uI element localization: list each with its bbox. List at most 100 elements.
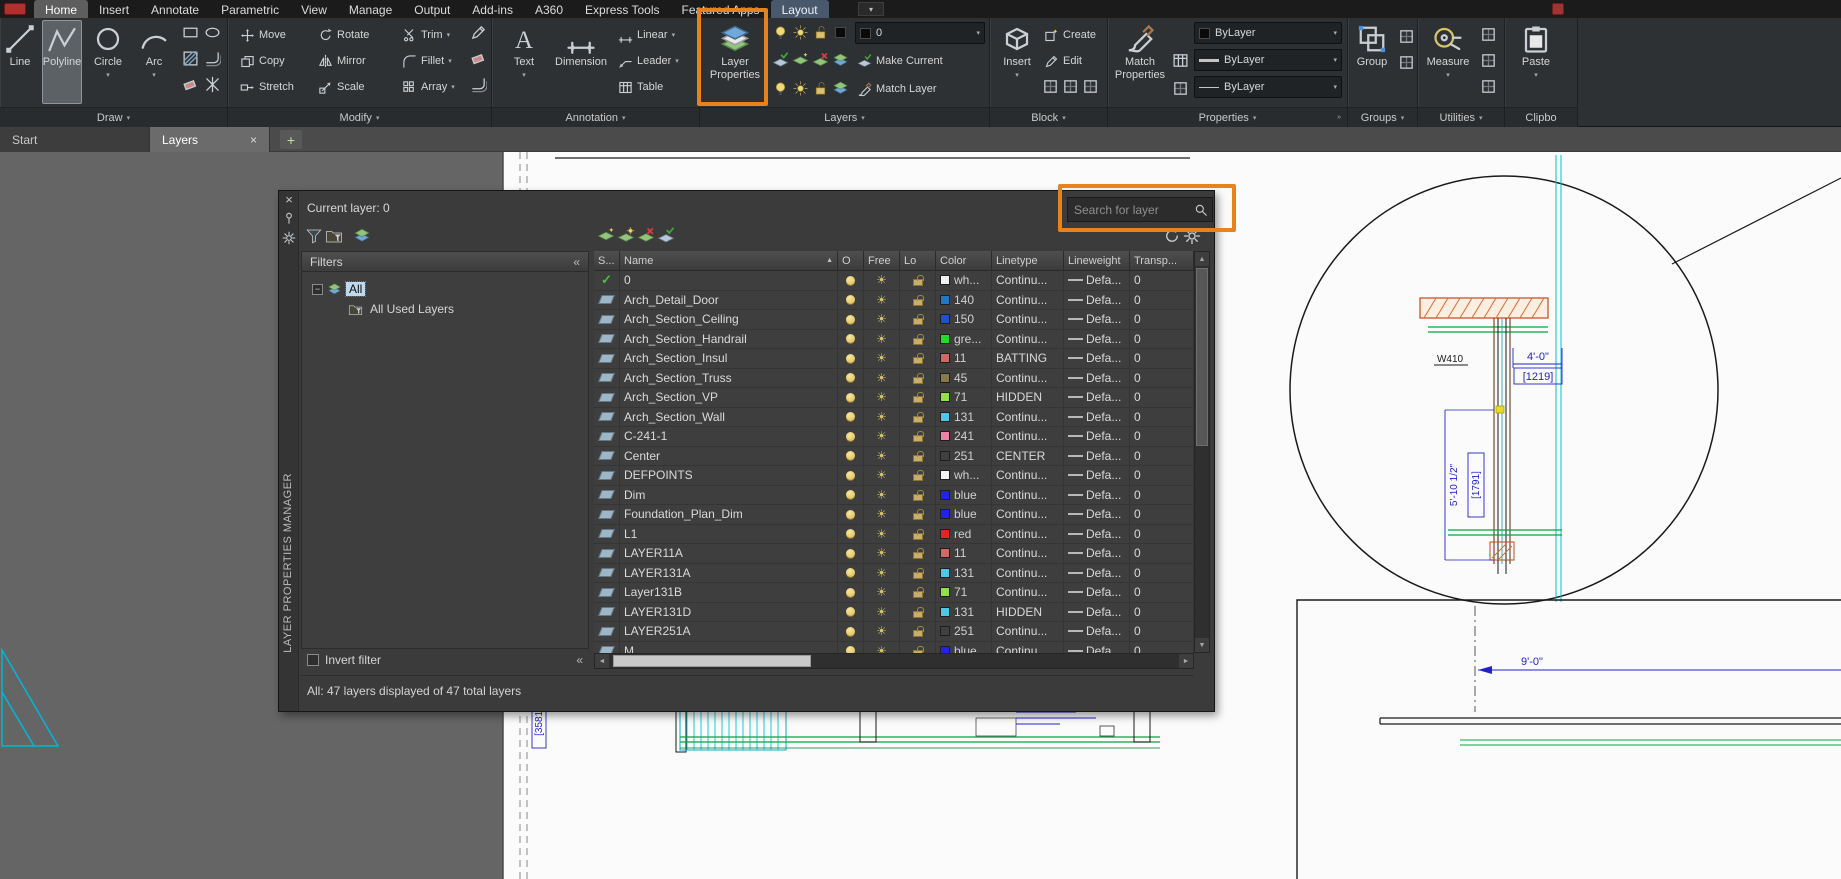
panel-label-properties[interactable]: Properties ▾ » <box>1108 107 1347 127</box>
layer-lock-icon[interactable] <box>900 388 936 407</box>
modify-extra-tool-icon[interactable] <box>470 50 487 67</box>
layer-name[interactable]: Arch_Section_VP <box>620 388 838 407</box>
layer-row[interactable]: Dim ☀ blue Continu... Defa... 0 <box>594 485 1194 505</box>
layer-on-icon[interactable] <box>838 485 864 504</box>
trim-button[interactable]: Trim ▾ <box>400 24 470 46</box>
layer-color[interactable]: gre... <box>936 329 992 348</box>
layer-transparency[interactable]: 0 <box>1130 602 1194 621</box>
layer-status-icon[interactable] <box>594 329 620 348</box>
layer-transparency[interactable]: 0 <box>1130 524 1194 543</box>
layer-lock-icon[interactable] <box>900 407 936 426</box>
layer-transparency[interactable]: 0 <box>1130 505 1194 524</box>
layer-status-icon[interactable] <box>594 602 620 621</box>
ribbon-tab-output[interactable]: Output <box>403 0 461 18</box>
ribbon-tab-annotate[interactable]: Annotate <box>140 0 210 18</box>
rectangle-tool-icon[interactable] <box>182 24 199 41</box>
table-button[interactable]: Table <box>616 76 694 98</box>
make-current-button[interactable]: Make Current <box>855 50 985 72</box>
horizontal-scrollbar[interactable]: ◄ ► <box>594 653 1194 669</box>
layer-linetype[interactable]: Continu... <box>992 329 1064 348</box>
layer-status-icon[interactable] <box>594 368 620 387</box>
layer-status-icon[interactable] <box>594 505 620 524</box>
layer-lock-icon[interactable] <box>900 290 936 309</box>
layer-linetype[interactable]: Continu... <box>992 466 1064 485</box>
layer-color[interactable]: 251 <box>936 622 992 641</box>
layer-name[interactable]: Arch_Section_Insul <box>620 349 838 368</box>
layer-linetype[interactable]: Continu... <box>992 427 1064 446</box>
modify-extra-tool-icon[interactable] <box>470 76 488 93</box>
layer-lineweight[interactable]: Defa... <box>1064 583 1130 602</box>
group-button[interactable]: Group <box>1350 20 1394 104</box>
layer-lock-icon[interactable] <box>900 641 936 653</box>
layer-row[interactable]: LAYER131D ☀ 131 HIDDEN Defa... 0 <box>594 602 1194 622</box>
layer-status-icon[interactable] <box>594 641 620 653</box>
block-extra-tool-icon[interactable] <box>1082 78 1099 95</box>
move-button[interactable]: Move <box>238 24 312 46</box>
layer-row[interactable]: Arch_Section_Handrail ☀ gre... Continu... De… <box>594 329 1194 349</box>
layer-lineweight[interactable]: Defa... <box>1064 602 1130 621</box>
layer-lineweight[interactable]: Defa... <box>1064 622 1130 641</box>
column-header-status[interactable]: S... <box>594 251 620 270</box>
layer-freeze-icon[interactable]: ☀ <box>864 602 900 621</box>
panel-label-modify[interactable]: Modify ▾ <box>228 107 491 127</box>
layer-color[interactable]: 150 <box>936 310 992 329</box>
filter-item-all[interactable]: − All <box>312 280 367 298</box>
layer-tool-icon[interactable] <box>832 52 849 69</box>
panel-label-groups[interactable]: Groups ▾ <box>1348 107 1417 127</box>
layer-freeze-icon[interactable]: ☀ <box>864 583 900 602</box>
new-layer-vp-frozen-button[interactable] <box>617 227 635 245</box>
layer-color[interactable]: blue <box>936 505 992 524</box>
scroll-up-icon[interactable]: ▲ <box>1195 252 1209 266</box>
layer-color[interactable]: 11 <box>936 544 992 563</box>
current-layer-check-icon[interactable]: ✓ <box>594 271 620 290</box>
notification-icon[interactable] <box>1552 3 1564 15</box>
scroll-left-icon[interactable]: ◄ <box>595 654 609 668</box>
layer-transparency[interactable]: 0 <box>1130 407 1194 426</box>
refresh-icon[interactable] <box>1163 227 1181 245</box>
layer-lock-icon[interactable] <box>900 583 936 602</box>
layer-color[interactable]: 251 <box>936 446 992 465</box>
ribbon-tab-view[interactable]: View <box>290 0 338 18</box>
layer-color[interactable]: 140 <box>936 290 992 309</box>
layer-row[interactable]: Arch_Section_Truss ☀ 45 Continu... Defa... 0 <box>594 368 1194 388</box>
new-layer-button[interactable] <box>597 227 615 245</box>
layer-tool-icon[interactable] <box>812 52 829 69</box>
layer-freeze-icon[interactable]: ☀ <box>864 310 900 329</box>
layer-transparency[interactable]: 0 <box>1130 349 1194 368</box>
layer-transparency[interactable]: 0 <box>1130 271 1194 290</box>
layer-status-icon[interactable] <box>594 388 620 407</box>
layer-lineweight[interactable]: Defa... <box>1064 485 1130 504</box>
layer-name[interactable]: Arch_Section_Truss <box>620 368 838 387</box>
layer-lock-icon[interactable] <box>900 368 936 387</box>
layer-lineweight[interactable]: Defa... <box>1064 407 1130 426</box>
ribbon-tab-add-ins[interactable]: Add-ins <box>461 0 524 18</box>
layer-lineweight[interactable]: Defa... <box>1064 329 1130 348</box>
text-button[interactable]: A Text ▾ <box>502 20 546 104</box>
close-icon[interactable]: × <box>240 133 257 147</box>
layer-status-icon[interactable] <box>594 485 620 504</box>
layer-linetype[interactable]: Continu... <box>992 271 1064 290</box>
file-tab-layers[interactable]: Layers × <box>150 127 270 152</box>
layer-on-icon[interactable] <box>838 446 864 465</box>
layer-freeze-icon[interactable]: ☀ <box>864 466 900 485</box>
layer-status-icon[interactable] <box>594 290 620 309</box>
layer-lineweight[interactable]: Defa... <box>1064 641 1130 653</box>
layer-freeze-icon[interactable]: ☀ <box>864 349 900 368</box>
ribbon-tab-layout[interactable]: Layout <box>770 0 829 18</box>
layer-on-icon[interactable] <box>838 641 864 653</box>
layer-on-icon[interactable] <box>838 602 864 621</box>
layer-linetype[interactable]: HIDDEN <box>992 602 1064 621</box>
rotate-button[interactable]: Rotate <box>316 24 396 46</box>
layer-name[interactable]: M... <box>620 641 838 653</box>
ribbon-tab-featured-apps[interactable]: Featured Apps <box>671 0 771 18</box>
panel-label-layers[interactable]: Layers ▾ <box>700 107 989 127</box>
layer-transparency[interactable]: 0 <box>1130 290 1194 309</box>
insert-block-button[interactable]: Insert ▾ <box>996 20 1038 104</box>
quick-calc-icon[interactable] <box>1480 52 1497 69</box>
properties-extra-icon[interactable] <box>1172 80 1189 97</box>
layer-lineweight[interactable]: Defa... <box>1064 271 1130 290</box>
layer-lock-icon[interactable] <box>900 563 936 582</box>
layer-lineweight[interactable]: Defa... <box>1064 310 1130 329</box>
palette-autohide-button[interactable] <box>282 211 296 225</box>
properties-list-icon[interactable] <box>1172 52 1189 69</box>
